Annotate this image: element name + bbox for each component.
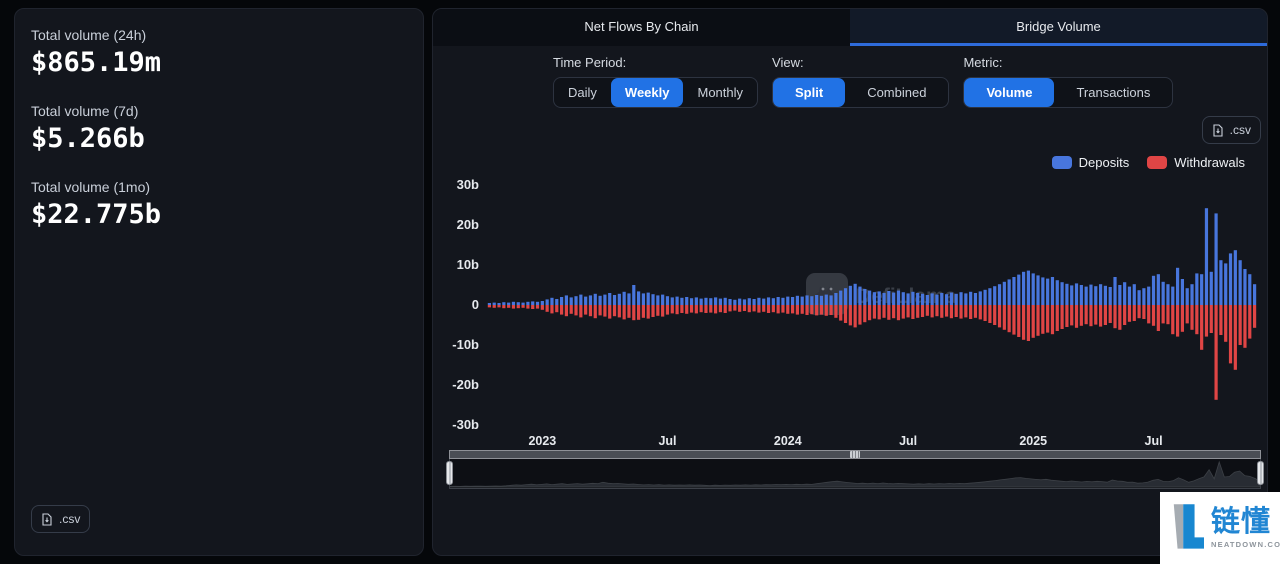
- overview-mini-chart: [450, 460, 1260, 488]
- neatdown-cn-text: 链懂: [1211, 505, 1272, 538]
- time-period-weekly-button[interactable]: Weekly: [610, 78, 684, 107]
- x-tick: Jul: [658, 434, 677, 448]
- time-period-segmented: Daily Weekly Monthly: [553, 77, 759, 108]
- x-tick: 2024: [773, 434, 802, 448]
- y-tick: -10b: [452, 337, 479, 352]
- view-segmented: Split Combined: [772, 77, 950, 108]
- y-tick: -20b: [452, 377, 479, 392]
- legend-label: Deposits: [1078, 155, 1130, 170]
- download-csv-button[interactable]: .csv: [31, 505, 91, 533]
- metric-volume-button[interactable]: Volume: [964, 78, 1055, 107]
- stat-label: Total volume (1mo): [31, 179, 151, 195]
- scrollbar-grip-icon[interactable]: [850, 451, 860, 458]
- csv-button-label: .csv: [1229, 123, 1251, 137]
- csv-file-icon: [1212, 123, 1224, 137]
- x-tick: Jul: [1144, 434, 1163, 448]
- tab-bar: Net Flows By Chain Bridge Volume: [433, 9, 1267, 46]
- neatdown-logo-icon: [1170, 500, 1204, 557]
- view-combined-button[interactable]: Combined: [845, 78, 948, 107]
- x-tick: 2025: [1019, 434, 1048, 448]
- neatdown-text-block: 链懂 NEATDOWN.COM: [1211, 505, 1280, 549]
- datazoom-brush[interactable]: [446, 459, 1264, 489]
- y-tick: 10b: [456, 257, 479, 272]
- legend-label: Withdrawals: [1174, 155, 1245, 170]
- y-tick: -30b: [452, 417, 479, 432]
- metric-transactions-button[interactable]: Transactions: [1054, 78, 1172, 107]
- legend-deposits[interactable]: Deposits: [1051, 155, 1130, 170]
- stat-volume-7d: Total volume (7d) $5.266b: [31, 103, 407, 154]
- metric-label: Metric:: [963, 55, 1003, 70]
- tab-net-flows-by-chain[interactable]: Net Flows By Chain: [433, 9, 850, 46]
- y-tick: 30b: [456, 177, 479, 192]
- stat-label: Total volume (24h): [31, 27, 147, 43]
- stat-label: Total volume (7d): [31, 103, 139, 119]
- metric-segmented: Volume Transactions: [963, 77, 1174, 108]
- bridge-volume-chart[interactable]: [487, 185, 1257, 426]
- time-period-monthly-button[interactable]: Monthly: [683, 78, 757, 107]
- deposits-swatch-icon: [1051, 156, 1072, 169]
- x-tick: Jul: [899, 434, 918, 448]
- csv-button-label: .csv: [59, 512, 81, 526]
- view-label: View:: [772, 55, 804, 70]
- stat-value: $5.266b: [31, 123, 145, 154]
- time-period-control: Time Period: Daily Weekly Monthly: [553, 55, 759, 108]
- page: Total volume (24h) $865.19m Total volume…: [0, 0, 1280, 564]
- chart-controls: Time Period: Daily Weekly Monthly View: …: [553, 55, 1174, 108]
- site-watermark: 链懂 NEATDOWN.COM: [1160, 492, 1280, 564]
- brush-left-handle[interactable]: [446, 461, 453, 485]
- time-period-label: Time Period:: [553, 55, 627, 70]
- bridge-panel: Net Flows By Chain Bridge Volume Time Pe…: [432, 8, 1268, 556]
- y-tick: 20b: [456, 217, 479, 232]
- view-split-button[interactable]: Split: [773, 78, 846, 107]
- csv-file-icon: [41, 512, 53, 526]
- brush-right-handle[interactable]: [1257, 461, 1264, 485]
- chart-legend: Deposits Withdrawals: [1051, 155, 1245, 170]
- stat-value: $865.19m: [31, 47, 162, 78]
- time-period-daily-button[interactable]: Daily: [554, 78, 611, 107]
- legend-withdrawals[interactable]: Withdrawals: [1147, 155, 1245, 170]
- x-tick: 2023: [528, 434, 557, 448]
- stat-volume-24h: Total volume (24h) $865.19m: [31, 27, 407, 78]
- y-tick: 0: [471, 297, 479, 312]
- stat-value: $22.775b: [31, 199, 162, 230]
- withdrawals-swatch-icon: [1147, 156, 1168, 169]
- datazoom-scrollbar[interactable]: [449, 450, 1261, 459]
- view-control: View: Split Combined: [772, 55, 950, 108]
- stat-volume-1mo: Total volume (1mo) $22.775b: [31, 179, 407, 230]
- download-csv-button[interactable]: .csv: [1201, 116, 1261, 144]
- summary-panel: Total volume (24h) $865.19m Total volume…: [14, 8, 424, 556]
- metric-control: Metric: Volume Transactions: [963, 55, 1174, 108]
- tab-bridge-volume[interactable]: Bridge Volume: [850, 9, 1267, 46]
- neatdown-url-text: NEATDOWN.COM: [1211, 539, 1280, 549]
